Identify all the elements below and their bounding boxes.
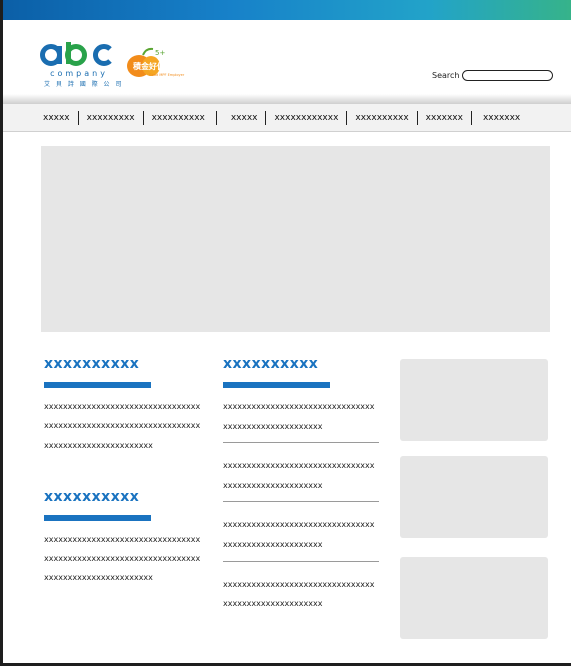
nav-item-6[interactable]: xxxxxxxxxx [347, 110, 418, 125]
nav-item-7[interactable]: xxxxxxx [418, 110, 472, 125]
title-underline [44, 382, 151, 388]
nav-item-5[interactable]: xxxxxxxxxxxx [266, 110, 348, 125]
nav-item-3[interactable]: xxxxxxxxxx [144, 110, 217, 125]
header: company 艾 貝 詩 國 際 公 司 積金好僱主 5+ Good MPF … [3, 20, 571, 102]
side-ad-placeholder-2[interactable] [400, 456, 548, 538]
news-item[interactable]: xxxxxxxxxxxxxxxxxxxxxxxxxxxxxxxxxxxxxxxx… [223, 442, 379, 501]
news-item[interactable]: xxxxxxxxxxxxxxxxxxxxxxxxxxxxxxxxxxxxxxxx… [223, 501, 379, 560]
title-underline [44, 514, 151, 521]
logo-chinese-text: 艾 貝 詩 國 際 公 司 [44, 81, 124, 88]
search-label: Search [432, 70, 460, 80]
section-title[interactable]: xxxxxxxxxx [44, 487, 204, 507]
news-title[interactable]: xxxxxxxxxx [223, 354, 381, 374]
news-item[interactable]: xxxxxxxxxxxxxxxxxxxxxxxxxxxxxxxxxxxxxxxx… [223, 397, 379, 442]
nav-item-4[interactable]: xxxxx [217, 110, 267, 125]
side-ad-placeholder-3[interactable] [400, 557, 548, 639]
good-mpf-employer-badge: 積金好僱主 5+ Good MPF Employer [125, 46, 191, 80]
badge-main-text: 積金好僱主 [132, 61, 173, 71]
nav-item-8[interactable]: xxxxxxx [472, 111, 528, 125]
nav-item-2[interactable]: xxxxxxxxx [79, 110, 144, 125]
logo-company-text: company [50, 69, 108, 78]
nav-item-1[interactable]: xxxxx [43, 110, 79, 125]
abc-logo-icon [40, 42, 112, 66]
section-title[interactable]: xxxxxxxxxx [44, 354, 204, 374]
left-section-1: xxxxxxxxxx xxxxxxxxxxxxxxxxxxxxxxxxxxxxx… [44, 354, 204, 455]
left-section-2: xxxxxxxxxx xxxxxxxxxxxxxxxxxxxxxxxxxxxxx… [44, 487, 204, 588]
title-underline [223, 382, 330, 388]
badge-years-text: 5+ [155, 49, 165, 57]
side-ad-placeholder-1[interactable] [400, 359, 548, 441]
section-text: xxxxxxxxxxxxxxxxxxxxxxxxxxxxxxxxxxxxxxxx… [44, 402, 201, 450]
left-column: xxxxxxxxxx xxxxxxxxxxxxxxxxxxxxxxxxxxxxx… [44, 354, 204, 588]
section-text: xxxxxxxxxxxxxxxxxxxxxxxxxxxxxxxxxxxxxxxx… [44, 534, 201, 583]
page: company 艾 貝 詩 國 際 公 司 積金好僱主 5+ Good MPF … [0, 0, 571, 666]
badge-sub-text: Good MPF Employer [149, 73, 185, 77]
news-list: xxxxxxxxxxxxxxxxxxxxxxxxxxxxxxxxxxxxxxxx… [223, 397, 381, 620]
company-logo[interactable]: company 艾 貝 詩 國 際 公 司 [40, 42, 124, 88]
nav-shadow-band [3, 94, 571, 104]
hero-banner-placeholder[interactable] [41, 146, 550, 332]
news-item[interactable]: xxxxxxxxxxxxxxxxxxxxxxxxxxxxxxxxxxxxxxxx… [223, 560, 379, 620]
main-nav: xxxxx xxxxxxxxx xxxxxxxxxx xxxxx xxxxxxx… [3, 104, 571, 132]
search-area: Search [432, 68, 554, 82]
top-accent-bar [3, 0, 571, 20]
mpf-badge-icon: 積金好僱主 5+ Good MPF Employer [127, 47, 185, 77]
search-input[interactable] [462, 69, 554, 81]
middle-column: xxxxxxxxxx xxxxxxxxxxxxxxxxxxxxxxxxxxxxx… [223, 354, 381, 620]
